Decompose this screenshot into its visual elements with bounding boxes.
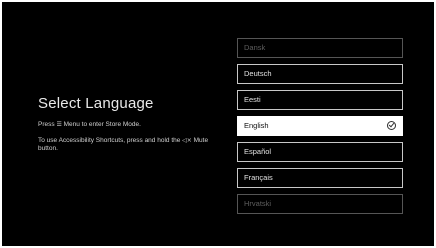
tv-setup-screen: Select Language Press ☰ Menu to enter St…: [2, 2, 434, 246]
store-mode-instruction: Press ☰ Menu to enter Store Mode.: [38, 121, 223, 129]
store-mode-suffix: Menu to enter Store Mode.: [63, 121, 141, 128]
language-option-deutsch[interactable]: Deutsch: [237, 64, 403, 84]
accessibility-instruction: To use Accessibility Shortcuts, press an…: [38, 137, 223, 153]
language-option-hrvatski[interactable]: Hrvatski: [237, 194, 403, 214]
language-label: Dansk: [244, 43, 266, 52]
language-option-dansk[interactable]: Dansk: [237, 38, 403, 58]
list-fade-top: [237, 2, 407, 14]
list-fade-bottom: [237, 232, 407, 246]
menu-icon: ☰: [56, 121, 62, 128]
language-label: Hrvatski: [244, 199, 272, 208]
store-mode-prefix: Press: [38, 121, 55, 128]
language-label: English: [244, 121, 269, 130]
language-option-english[interactable]: English: [237, 116, 403, 136]
accessibility-prefix: To use Accessibility Shortcuts, press an…: [38, 137, 181, 144]
language-label: Español: [244, 147, 272, 156]
info-panel: Select Language Press ☰ Menu to enter St…: [38, 95, 223, 161]
page-title: Select Language: [38, 95, 154, 112]
language-option-francais[interactable]: Français: [237, 168, 403, 188]
language-option-eesti[interactable]: Eesti: [237, 90, 403, 110]
language-option-espanol[interactable]: Español: [237, 142, 403, 162]
language-label: Eesti: [244, 95, 261, 104]
language-label: Français: [244, 173, 273, 182]
language-label: Deutsch: [244, 69, 272, 78]
language-list[interactable]: Dansk Deutsch Eesti English Español Fran…: [237, 2, 407, 246]
checkmark-circle-icon: [387, 121, 396, 130]
mute-icon: ◁×: [182, 137, 192, 144]
